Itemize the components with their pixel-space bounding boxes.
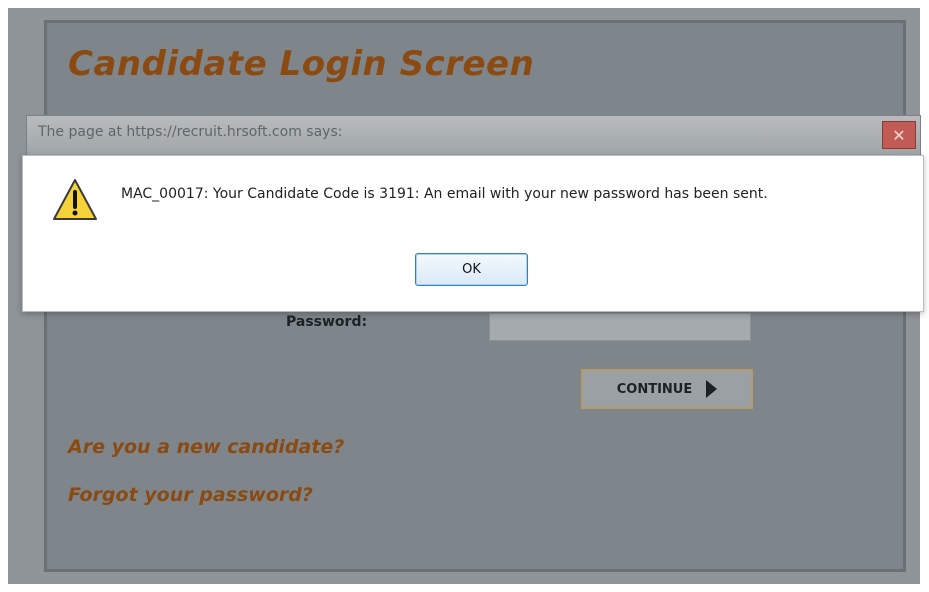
ok-button[interactable]: OK xyxy=(415,253,528,286)
new-candidate-link[interactable]: Are you a new candidate? xyxy=(68,436,344,458)
close-icon: ✕ xyxy=(892,125,906,145)
password-label: Password: xyxy=(286,314,368,330)
continue-button[interactable]: CONTINUE xyxy=(581,369,753,409)
continue-label: CONTINUE xyxy=(616,381,693,397)
password-field[interactable] xyxy=(489,313,751,341)
arrow-right-icon xyxy=(706,380,718,398)
alert-message: MAC_00017: Your Candidate Code is 3191: … xyxy=(121,186,768,202)
close-button[interactable]: ✕ xyxy=(882,121,916,149)
forgot-password-link[interactable]: Forgot your password? xyxy=(68,484,313,506)
page-title: Candidate Login Screen xyxy=(68,44,535,84)
warning-icon xyxy=(53,179,97,220)
dialog-title: The page at https://recruit.hrsoft.com s… xyxy=(38,124,343,140)
alert-dialog xyxy=(22,155,924,312)
